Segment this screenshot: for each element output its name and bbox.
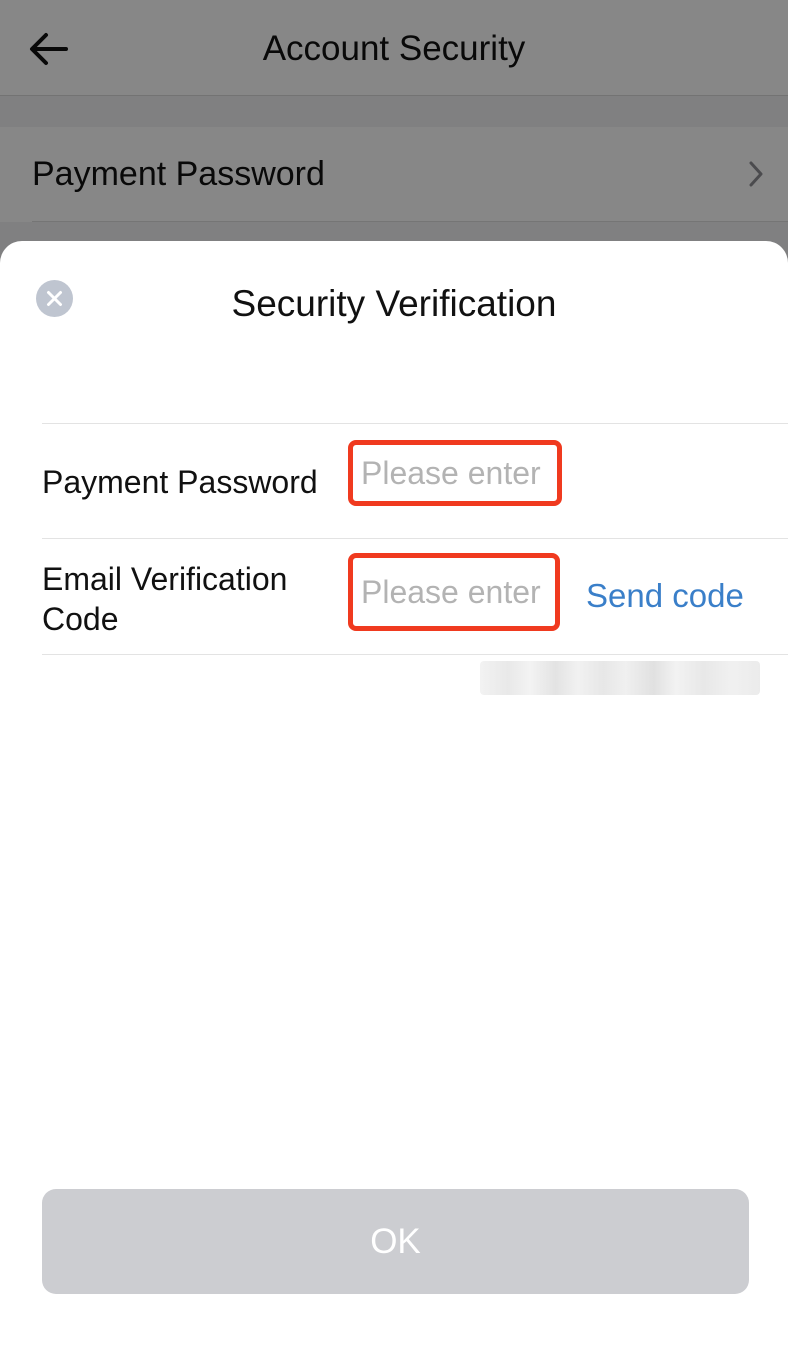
ok-button[interactable]: OK (42, 1189, 749, 1294)
security-verification-sheet: Security Verification Payment Password E… (0, 241, 788, 1358)
payment-password-row: Payment Password (42, 424, 788, 539)
payment-password-input[interactable] (348, 440, 562, 506)
verification-form: Payment Password Email Verification Code… (42, 423, 788, 655)
dialog-title: Security Verification (231, 283, 557, 324)
payment-password-label: Payment Password (42, 464, 318, 500)
send-code-button[interactable]: Send code (586, 575, 744, 617)
email-code-label: Email Verification Code (42, 561, 288, 637)
email-code-row: Email Verification Code Send code (42, 539, 788, 655)
email-code-input[interactable] (348, 553, 560, 631)
redacted-hint (480, 661, 760, 695)
